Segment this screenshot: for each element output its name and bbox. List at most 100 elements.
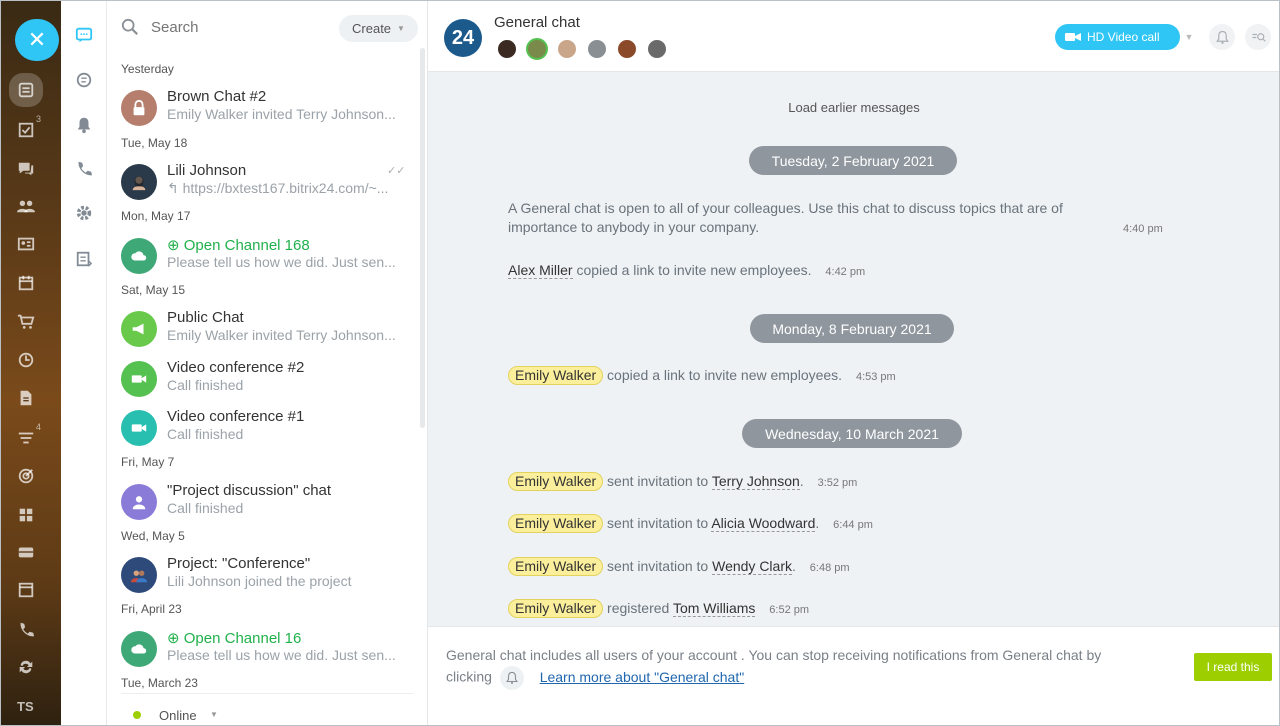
recent-item[interactable]: "Project discussion" chat Call finished: [119, 482, 419, 528]
calendar-icon[interactable]: [12, 269, 40, 297]
chat-title[interactable]: General chat: [494, 14, 580, 31]
message-text: sent invitation to: [607, 473, 709, 489]
recent-item[interactable]: ⊕ Open Channel 16 Please tell us how we …: [119, 629, 419, 675]
user-link[interactable]: Alex Miller: [508, 262, 573, 279]
target-icon[interactable]: [12, 462, 40, 490]
system-message: Emily Walker sent invitation to Wendy Cl…: [508, 557, 850, 578]
user-link[interactable]: Wendy Clark: [712, 558, 792, 575]
avatar[interactable]: [556, 38, 578, 60]
hd-video-call-button[interactable]: HD Video call: [1055, 24, 1180, 50]
load-earlier-link[interactable]: Load earlier messages: [428, 100, 1280, 115]
recent-item-title: Public Chat: [167, 309, 244, 326]
settings-gear-icon[interactable]: [73, 202, 95, 224]
search-icon: [121, 18, 138, 35]
message-text: sent invitation to: [607, 515, 709, 531]
cloud-icon: [121, 631, 157, 667]
user-mention[interactable]: Emily Walker: [508, 472, 604, 491]
apps-icon[interactable]: [12, 501, 40, 529]
user-link[interactable]: Alicia Woodward: [711, 515, 816, 532]
groups-icon[interactable]: [12, 192, 40, 220]
tasks-list-icon[interactable]: [73, 248, 95, 270]
bell-icon: [499, 666, 524, 690]
double-check-icon: ✓✓: [387, 165, 406, 177]
notice-text: General chat includes all users of your …: [446, 645, 1126, 690]
avatar: [121, 164, 157, 200]
notifications-bell-icon[interactable]: [73, 114, 95, 136]
i-read-this-button[interactable]: I read this: [1194, 653, 1272, 681]
recent-item-title: Brown Chat #2: [167, 88, 267, 105]
recent-item[interactable]: ⊕ Open Channel 168 Please tell us how we…: [119, 236, 419, 282]
megaphone-icon: [121, 311, 157, 347]
recent-item[interactable]: Project: "Conference" Lili Johnson joine…: [119, 555, 419, 601]
contacts-icon[interactable]: [12, 230, 40, 258]
date-separator: Tuesday, 2 February 2021: [749, 146, 957, 175]
calls-phone-icon[interactable]: [73, 158, 95, 180]
recent-item[interactable]: Video conference #2 Call finished: [119, 359, 419, 405]
user-link[interactable]: Terry Johnson: [711, 473, 800, 490]
avatar[interactable]: [646, 38, 668, 60]
date-header: Fri, May 7: [121, 455, 175, 469]
avatar[interactable]: [526, 38, 548, 60]
online-status-dot: [133, 711, 141, 719]
feed-icon[interactable]: [9, 73, 43, 107]
open-channels-icon[interactable]: [73, 69, 95, 91]
close-messenger-button[interactable]: ✕: [15, 19, 59, 61]
recent-item[interactable]: Video conference #1 Call finished: [119, 408, 419, 454]
system-message: Alex Miller copied a link to invite new …: [508, 261, 865, 282]
avatar[interactable]: [586, 38, 608, 60]
recent-item-subtitle: Emily Walker invited Terry Johnson...: [167, 106, 396, 122]
user-link[interactable]: Tom Williams: [672, 600, 756, 617]
message-list: Load earlier messages Tuesday, 2 Februar…: [428, 72, 1280, 626]
recent-chats-panel: Create ▼ Yesterday Brown Chat #2 Emily Wa…: [107, 0, 428, 726]
chevron-down-icon[interactable]: ▼: [1180, 26, 1198, 48]
cart-icon[interactable]: [12, 308, 40, 336]
tasks-count-badge: 3: [36, 114, 42, 124]
bell-icon[interactable]: [1209, 24, 1235, 50]
recent-item-title: ⊕ Open Channel 16: [167, 630, 302, 647]
user-mention[interactable]: Emily Walker: [508, 599, 604, 618]
system-message: Emily Walker registered Tom Williams 6:5…: [508, 599, 809, 620]
message-time: 4:42 pm: [825, 266, 866, 278]
message-time: 4:53 pm: [855, 371, 896, 383]
recent-item-title: Video conference #1: [167, 408, 305, 425]
chat-avatar[interactable]: 24: [444, 19, 482, 57]
user-initials[interactable]: TS: [17, 699, 34, 714]
hd-video-call-label: HD Video call: [1087, 30, 1160, 44]
date-header: Fri, April 23: [121, 602, 182, 616]
recent-item[interactable]: Public Chat Emily Walker invited Terry J…: [119, 309, 419, 355]
document-icon[interactable]: [12, 384, 40, 412]
search-messages-icon[interactable]: [1245, 24, 1271, 50]
avatar[interactable]: [496, 38, 518, 60]
recent-item[interactable]: Lili Johnson ↰ https://bxtest167.bitrix2…: [119, 162, 419, 208]
search-input[interactable]: [151, 18, 311, 36]
status-selector[interactable]: Online ▼: [121, 693, 413, 726]
sync-icon[interactable]: [12, 653, 40, 681]
avatar[interactable]: [616, 38, 638, 60]
recent-item[interactable]: Brown Chat #2 Emily Walker invited Terry…: [119, 88, 419, 134]
lock-icon: [121, 90, 157, 126]
inbox-icon[interactable]: [12, 538, 40, 566]
chats-tab-icon[interactable]: [73, 24, 95, 46]
create-button[interactable]: Create ▼: [339, 15, 418, 42]
channel-title: Open Channel 16: [183, 630, 302, 647]
phone-icon[interactable]: [12, 616, 40, 644]
list-scrollbar[interactable]: [420, 48, 425, 428]
clock-icon[interactable]: [12, 346, 40, 374]
date-header: Yesterday: [121, 62, 174, 76]
recent-item-subtitle: Emily Walker invited Terry Johnson...: [167, 327, 396, 343]
recent-item-subtitle: ↰ https://bxtest167.bitrix24.com/~...: [167, 180, 389, 196]
video-camera-icon: [121, 361, 157, 397]
user-mention[interactable]: Emily Walker: [508, 557, 604, 576]
search-box[interactable]: [121, 14, 321, 40]
learn-more-link[interactable]: Learn more about "General chat": [540, 669, 745, 685]
recent-item-subtitle: Call finished: [167, 426, 244, 442]
date-header: Sat, May 15: [121, 283, 186, 297]
recent-item-subtitle: Call finished: [167, 377, 244, 393]
date-header: Wed, May 5: [121, 529, 185, 543]
chat-icon[interactable]: [12, 155, 40, 183]
user-mention[interactable]: Emily Walker: [508, 366, 604, 385]
user-mention[interactable]: Emily Walker: [508, 514, 604, 533]
window-icon[interactable]: [12, 576, 40, 604]
general-chat-notice: General chat includes all users of your …: [428, 626, 1280, 726]
recent-item-subtitle: Call finished: [167, 500, 244, 516]
